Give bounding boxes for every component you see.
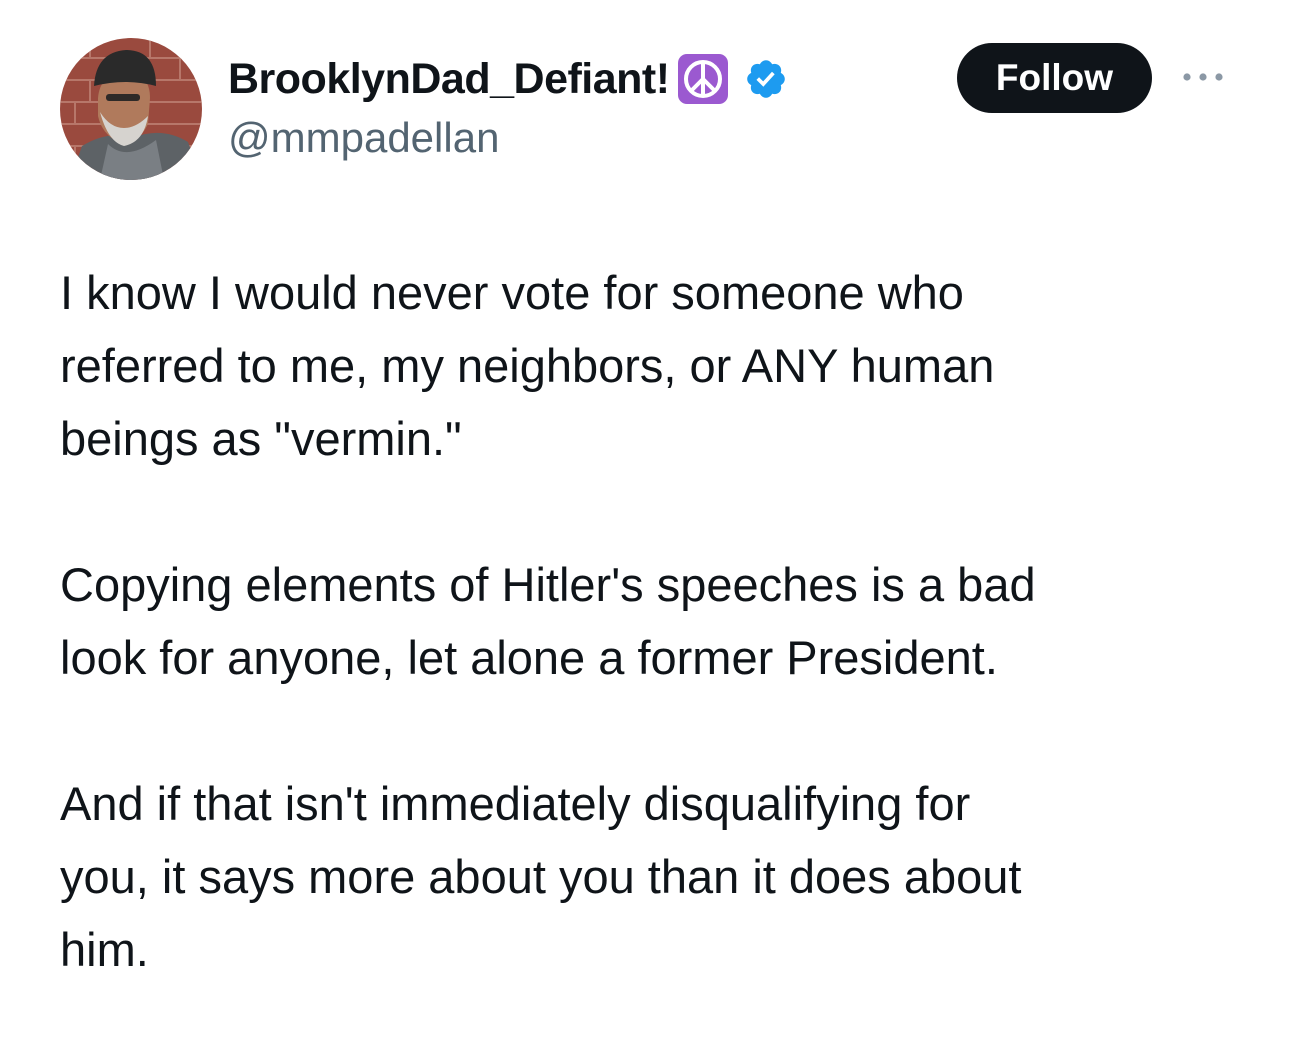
- tweet-paragraph: And if that isn't immediately disqualify…: [60, 767, 1230, 986]
- tweet-paragraph: Copying elements of Hitler's speeches is…: [60, 548, 1230, 694]
- display-name[interactable]: BrooklynDad_Defiant!: [228, 55, 670, 104]
- tweet-line: And if that isn't immediately disqualify…: [60, 777, 971, 830]
- tweet-line: look for anyone, let alone a former Pres…: [60, 631, 998, 684]
- tweet-line: referred to me, my neighbors, or ANY hum…: [60, 339, 995, 392]
- profile-photo: [60, 38, 202, 180]
- tweet-line: you, it says more about you than it does…: [60, 850, 1022, 903]
- verified-badge-icon[interactable]: [744, 57, 788, 101]
- tweet-text: I know I would never vote for someone wh…: [60, 256, 1230, 986]
- more-options-icon[interactable]: [1180, 64, 1226, 90]
- follow-button[interactable]: Follow: [957, 43, 1152, 113]
- author-name-row[interactable]: BrooklynDad_Defiant!: [228, 52, 788, 106]
- tweet-line: him.: [60, 923, 149, 976]
- user-handle[interactable]: @mmpadellan: [228, 114, 499, 162]
- peace-symbol-icon: [676, 52, 730, 106]
- tweet-line: beings as "vermin.": [60, 412, 462, 465]
- tweet-line: I know I would never vote for someone wh…: [60, 266, 964, 319]
- tweet-paragraph: I know I would never vote for someone wh…: [60, 256, 1230, 475]
- avatar[interactable]: [60, 38, 202, 180]
- tweet-line: Copying elements of Hitler's speeches is…: [60, 558, 1036, 611]
